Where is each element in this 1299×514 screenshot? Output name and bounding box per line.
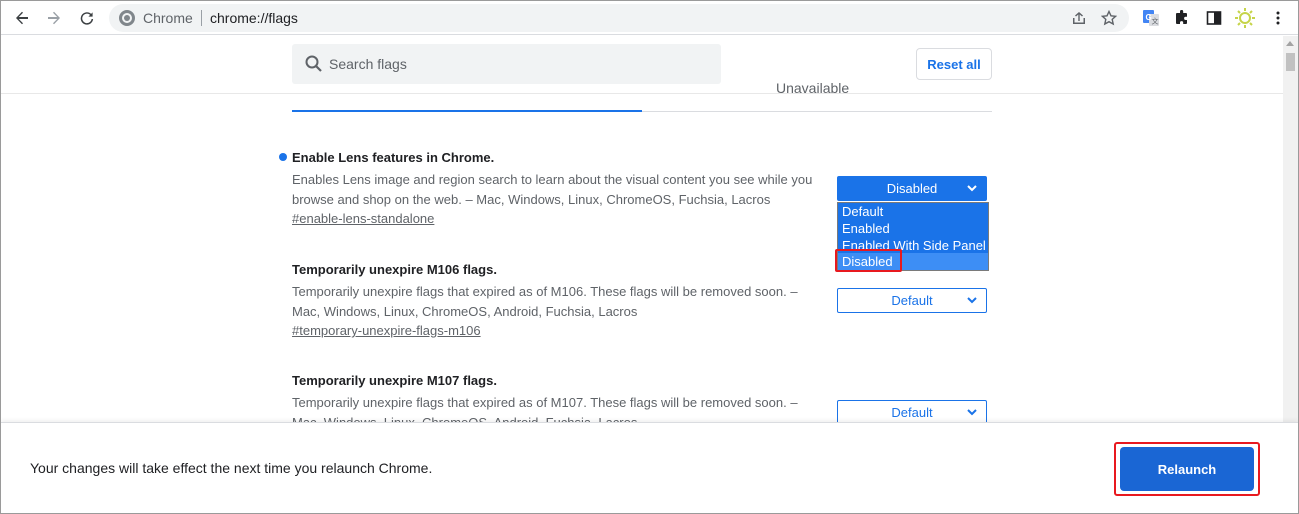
translate-icon: G文 (1143, 10, 1159, 26)
menu-icon (1276, 11, 1280, 25)
tab-available-indicator (292, 110, 642, 112)
annotation-highlight-box (835, 249, 902, 272)
chevron-down-icon (967, 297, 977, 304)
chrome-icon (119, 10, 135, 26)
header-divider (1, 93, 1283, 94)
search-icon (305, 55, 322, 72)
browser-window: Chrome chrome://flags G文 R (0, 0, 1299, 514)
modified-indicator-dot (279, 153, 287, 161)
site-label: Chrome (143, 10, 193, 26)
flag-state-select[interactable]: Default (837, 288, 987, 313)
side-panel-icon (1206, 11, 1222, 25)
url-text[interactable]: chrome://flags (210, 10, 298, 26)
omnibox-separator (201, 10, 202, 26)
tab-unavailable[interactable]: Unavailable (776, 81, 849, 93)
select-value: Default (891, 293, 933, 308)
flag-permalink[interactable]: #enable-lens-standalone (292, 210, 434, 228)
flag-title: Temporarily unexpire M106 flags. (292, 262, 497, 277)
relaunch-message: Your changes will take effect the next t… (30, 460, 433, 476)
profile-icon (1235, 8, 1255, 28)
forward-button[interactable] (41, 5, 67, 31)
address-bar[interactable]: Chrome chrome://flags (109, 4, 1129, 32)
svg-text:文: 文 (1152, 17, 1159, 26)
flag-description: Enables Lens image and region search to … (292, 172, 813, 207)
reload-icon (80, 12, 94, 25)
flag-title: Temporarily unexpire M107 flags. (292, 373, 497, 388)
flag-title: Enable Lens features in Chrome. (292, 150, 495, 165)
forward-icon (48, 11, 60, 25)
reset-all-button[interactable]: Reset all (916, 48, 992, 80)
flag-description: Temporarily unexpire flags that expired … (292, 284, 798, 319)
translate-extension[interactable]: G文 (1138, 5, 1164, 31)
chevron-down-icon (967, 185, 977, 192)
annotation-highlight-box (1114, 442, 1260, 496)
star-icon[interactable] (1099, 8, 1119, 28)
search-input[interactable] (329, 44, 709, 84)
flag-item: Temporarily unexpire M106 flags. Tempora… (292, 262, 832, 340)
share-icon[interactable] (1069, 8, 1089, 28)
menu-button[interactable] (1265, 5, 1291, 31)
dropdown-option[interactable]: Default (838, 203, 988, 220)
back-button[interactable] (9, 5, 35, 31)
flag-state-select[interactable]: Disabled (837, 176, 987, 201)
select-value: Disabled (886, 181, 938, 196)
profile-button[interactable] (1232, 5, 1258, 31)
relaunch-bar: Your changes will take effect the next t… (1, 422, 1298, 513)
dropdown-option[interactable]: Enabled (838, 220, 988, 237)
scroll-up-arrow-icon[interactable] (1286, 41, 1294, 46)
select-value: Default (891, 405, 933, 420)
chevron-down-icon (967, 409, 977, 416)
scrollbar-thumb[interactable] (1286, 53, 1295, 71)
flag-item: Enable Lens features in Chrome. Enables … (292, 150, 832, 228)
search-flags-box[interactable] (292, 44, 721, 84)
back-icon (16, 11, 28, 25)
extensions-icon (1176, 10, 1187, 24)
page-scrollbar[interactable] (1283, 36, 1298, 422)
flag-permalink[interactable]: #temporary-unexpire-flags-m106 (292, 322, 481, 340)
side-panel-button[interactable] (1201, 5, 1227, 31)
extensions-button[interactable] (1169, 5, 1195, 31)
browser-toolbar: Chrome chrome://flags G文 (1, 1, 1298, 35)
reload-button[interactable] (74, 5, 100, 31)
